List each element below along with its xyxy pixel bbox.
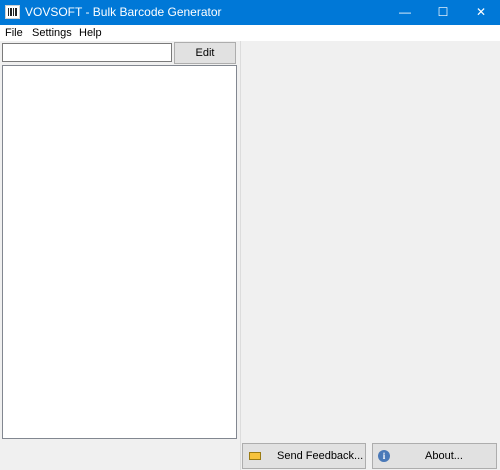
close-button[interactable]: ✕ [462, 0, 500, 25]
bottom-bar: Send Feedback... i About... [241, 440, 500, 470]
menu-bar: File Settings Help [0, 25, 500, 41]
app-window: VOVSOFT - Bulk Barcode Generator — ☐ ✕ F… [0, 0, 500, 470]
envelope-icon [249, 452, 261, 460]
maximize-button[interactable]: ☐ [424, 0, 462, 25]
about-button[interactable]: i About... [372, 443, 497, 469]
window-title: VOVSOFT - Bulk Barcode Generator [25, 5, 222, 19]
barcode-icon [5, 5, 20, 19]
left-footer [0, 442, 241, 470]
send-feedback-button[interactable]: Send Feedback... [242, 443, 366, 469]
menu-file[interactable]: File [5, 27, 23, 39]
minimize-button[interactable]: — [386, 0, 424, 25]
edit-button[interactable]: Edit [174, 42, 236, 64]
info-icon: i [378, 450, 390, 462]
title-bar[interactable]: VOVSOFT - Bulk Barcode Generator — ☐ ✕ [0, 0, 500, 25]
send-feedback-label: Send Feedback... [277, 450, 364, 462]
barcode-list[interactable] [2, 65, 237, 439]
barcode-input[interactable] [2, 43, 172, 62]
menu-help[interactable]: Help [79, 27, 102, 39]
menu-settings[interactable]: Settings [32, 27, 72, 39]
left-panel: Edit [0, 41, 241, 442]
barcode-preview-area [241, 41, 500, 440]
about-label: About... [425, 450, 463, 462]
